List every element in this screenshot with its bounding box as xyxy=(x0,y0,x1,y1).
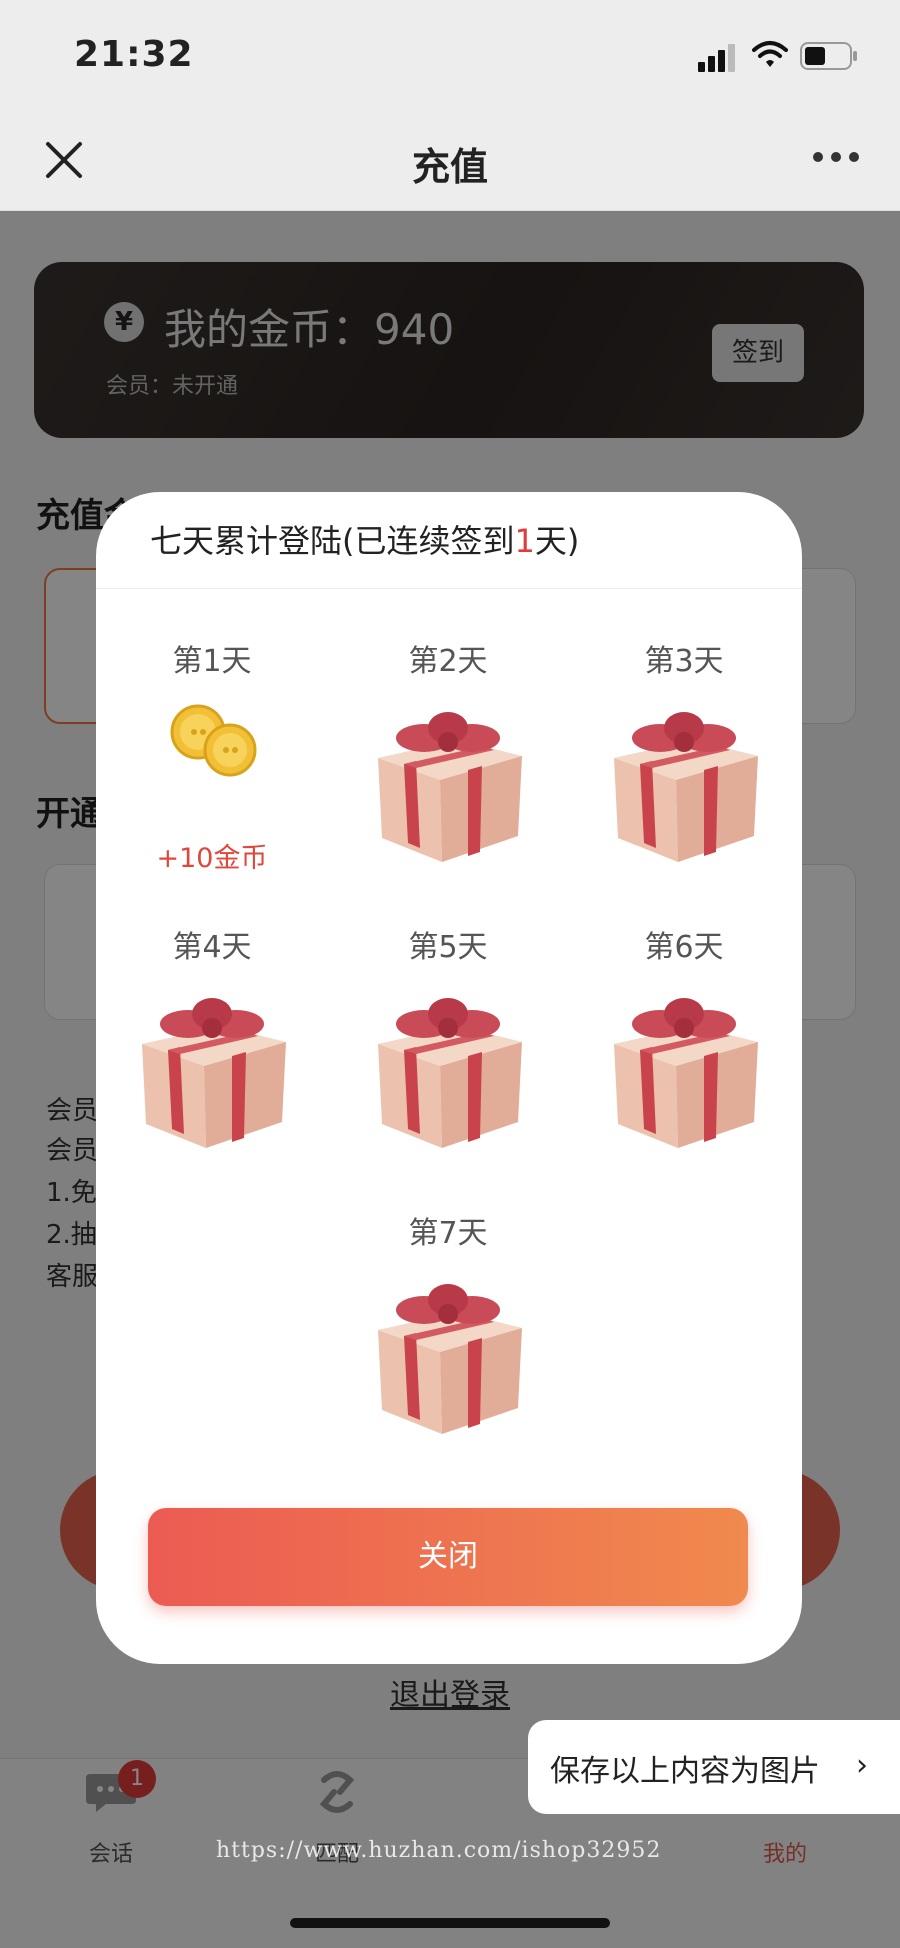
day-label: 第5天 xyxy=(408,930,488,965)
home-indicator[interactable] xyxy=(290,1918,610,1928)
modal-title-prefix: 七天累计登陆(已连续签到 xyxy=(150,522,515,560)
gold-coins-icon xyxy=(170,704,257,777)
day-label: 第4天 xyxy=(172,930,252,965)
gift-box-icon xyxy=(378,1284,522,1434)
chevron-right-icon: › xyxy=(856,1748,868,1783)
modal-title-suffix: 天) xyxy=(534,522,580,560)
modal-close-button[interactable]: 关闭 xyxy=(148,1508,748,1606)
day-label: 第6天 xyxy=(644,930,724,965)
day-label: 第3天 xyxy=(644,644,724,679)
gift-box-icon xyxy=(378,712,522,862)
modal-title: 七天累计登陆(已连续签到1天) xyxy=(150,516,579,562)
day-label: 第1天 xyxy=(172,644,252,679)
more-icon[interactable] xyxy=(812,150,860,164)
gift-box-icon xyxy=(378,998,522,1148)
save-as-image-label[interactable]: 保存以上内容为图片 xyxy=(550,1746,820,1790)
page-title: 充值 xyxy=(411,145,488,189)
watermark-text: https://www.huzhan.com/ishop32952 xyxy=(216,1838,662,1863)
gift-box-icon xyxy=(614,998,758,1148)
gift-box-icon xyxy=(142,998,286,1148)
day-label: 第7天 xyxy=(408,1216,488,1251)
gift-box-icon xyxy=(614,712,758,862)
reward-text: +10金币 xyxy=(156,843,268,874)
signin-day-count: 1 xyxy=(514,522,535,560)
wifi-icon xyxy=(752,41,788,67)
signal-icon xyxy=(698,44,735,72)
status-time: 21:32 xyxy=(74,34,194,75)
day-label: 第2天 xyxy=(408,644,488,679)
battery-icon xyxy=(800,42,857,70)
divider xyxy=(96,588,802,589)
